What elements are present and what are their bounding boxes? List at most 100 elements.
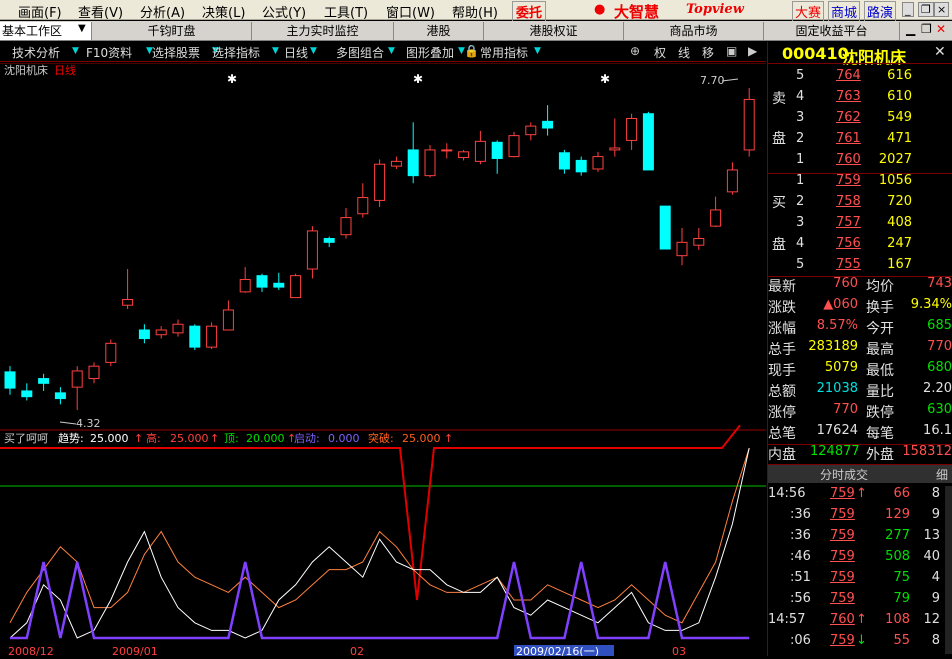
crosshair-icon[interactable]: ⊕ — [630, 44, 640, 58]
toolbar-item-0[interactable]: 技术分析 — [12, 44, 60, 61]
candle[interactable] — [357, 183, 369, 218]
menu-item-5[interactable]: 工具(T) — [324, 2, 368, 21]
candle[interactable] — [676, 228, 688, 266]
top-link-2[interactable]: 路演 — [864, 1, 897, 22]
candle[interactable] — [474, 130, 486, 165]
toolbar-item-6[interactable]: 图形叠加 — [406, 44, 454, 61]
candle[interactable] — [21, 383, 33, 401]
candle[interactable] — [155, 326, 167, 339]
workspace-tab-1[interactable]: 千钧盯盘 — [92, 22, 252, 40]
candle[interactable] — [54, 387, 66, 405]
menu-item-1[interactable]: 查看(V) — [78, 2, 123, 21]
sell-price[interactable]: 764 — [836, 68, 861, 83]
candle[interactable] — [710, 196, 722, 228]
ticks-detail-tab[interactable]: 细 — [936, 466, 948, 483]
candle[interactable] — [374, 159, 386, 208]
restore-icon[interactable]: ❐ — [918, 2, 934, 17]
buy-price[interactable]: 756 — [836, 236, 861, 251]
candle[interactable] — [189, 324, 201, 350]
workspace-tab-6[interactable]: 固定收益平台 — [764, 22, 900, 40]
workspace-restore-icon[interactable]: ❐ — [921, 22, 932, 36]
workspace-tab-5[interactable]: 商品市场 — [624, 22, 764, 40]
candle[interactable] — [390, 156, 402, 169]
toolbar-icon-2[interactable]: 移 — [702, 44, 714, 61]
candle[interactable] — [290, 273, 302, 299]
menu-item-2[interactable]: 分析(A) — [140, 2, 185, 21]
workspace-tab-4[interactable]: 港股权证 — [484, 22, 624, 40]
chart-area[interactable]: 沈阳机床 日线 ✱ ✱ ✱ 7.70 4.32 买了呵呵 趋势: 25.000 高: 25.000 顶:… — [0, 62, 766, 658]
dropdown-arrow-icon[interactable]: ▼ — [310, 46, 317, 56]
candle[interactable] — [575, 156, 587, 176]
candle[interactable] — [38, 373, 50, 391]
top-link-1[interactable]: 商城 — [828, 1, 861, 22]
buy-price[interactable]: 758 — [836, 194, 861, 209]
candle[interactable] — [88, 362, 100, 384]
buy-price[interactable]: 755 — [836, 257, 861, 272]
candle[interactable] — [138, 324, 150, 344]
candle[interactable] — [609, 118, 621, 157]
dropdown-arrow-icon[interactable]: ▼ — [534, 46, 541, 56]
menu-item-6[interactable]: 窗口(W) — [386, 2, 435, 21]
candle[interactable] — [340, 208, 352, 239]
candle[interactable] — [626, 113, 638, 150]
candle[interactable] — [306, 226, 318, 279]
workspace-minimize-icon[interactable]: ▁ — [906, 22, 915, 36]
candle[interactable] — [458, 149, 470, 161]
candle[interactable] — [525, 122, 537, 141]
candle[interactable] — [323, 236, 335, 248]
candle[interactable] — [642, 111, 654, 171]
dropdown-arrow-icon[interactable]: ▼ — [272, 46, 279, 56]
toolbar-item-5[interactable]: 多图组合 — [336, 44, 384, 61]
candle[interactable] — [508, 131, 520, 158]
toolbar-icon-1[interactable]: 线 — [678, 44, 690, 61]
minimize-icon[interactable]: _ — [902, 2, 914, 17]
dropdown-arrow-icon[interactable]: ▼ — [72, 46, 79, 56]
commission-button[interactable]: 委托 — [512, 1, 547, 22]
buy-price[interactable]: 757 — [836, 215, 861, 230]
candle[interactable] — [222, 300, 234, 331]
toolbar-item-1[interactable]: F10资料 — [86, 44, 132, 61]
menu-item-0[interactable]: 画面(F) — [18, 2, 62, 21]
candle[interactable] — [4, 366, 16, 395]
menu-item-7[interactable]: 帮助(H) — [452, 2, 498, 21]
close-icon[interactable]: × — [934, 2, 950, 17]
sell-price[interactable]: 761 — [836, 131, 861, 146]
sell-price[interactable]: 760 — [836, 152, 861, 167]
candle[interactable] — [693, 228, 705, 250]
candle[interactable] — [659, 205, 671, 250]
toolbar-item-7[interactable]: 常用指标 — [480, 44, 528, 61]
toolbar-icon-0[interactable]: 权 — [654, 44, 666, 61]
toolbar-item-3[interactable]: 选择指标 — [212, 44, 260, 61]
lock-icon[interactable]: 🔒 — [464, 44, 479, 58]
tab-dropdown-icon[interactable]: ▼ — [78, 23, 86, 34]
candle[interactable] — [542, 105, 554, 136]
workspace-close-icon[interactable]: ✕ — [936, 22, 946, 36]
ticks-header[interactable]: 分时成交 细 — [768, 464, 952, 483]
tick-scrollbar[interactable] — [945, 486, 952, 654]
candle[interactable] — [239, 267, 251, 293]
workspace-tab-3[interactable]: 港股 — [394, 22, 484, 40]
toolbar-item-2[interactable]: 选择股票 — [152, 44, 200, 61]
candle[interactable] — [256, 273, 268, 292]
candle[interactable] — [105, 339, 117, 367]
play-icon[interactable]: ▶ — [748, 44, 757, 58]
candle[interactable] — [743, 88, 755, 157]
toolbar-item-4[interactable]: 日线 — [284, 44, 308, 61]
window-icon[interactable]: ▣ — [726, 44, 737, 58]
workspace-tab-2[interactable]: 主力实时监控 — [252, 22, 394, 40]
kline-chart[interactable]: 沈阳机床 日线 ✱ ✱ ✱ 7.70 4.32 买了呵呵 趋势: 25.000 高: 25.000 顶:… — [0, 62, 766, 658]
candle[interactable] — [407, 122, 419, 184]
candle[interactable] — [122, 269, 134, 310]
candle[interactable] — [558, 149, 570, 174]
candle[interactable] — [441, 143, 453, 159]
candle[interactable] — [273, 272, 285, 290]
sell-price[interactable]: 762 — [836, 110, 861, 125]
candle[interactable] — [491, 140, 503, 174]
dropdown-arrow-icon[interactable]: ▼ — [388, 46, 395, 56]
panel-close-icon[interactable]: ✕ — [934, 44, 946, 60]
buy-price[interactable]: 759 — [836, 173, 861, 188]
candle[interactable] — [71, 366, 83, 410]
top-link-0[interactable]: 大赛 — [792, 1, 825, 22]
candle[interactable] — [206, 322, 218, 350]
candle[interactable] — [424, 145, 436, 178]
